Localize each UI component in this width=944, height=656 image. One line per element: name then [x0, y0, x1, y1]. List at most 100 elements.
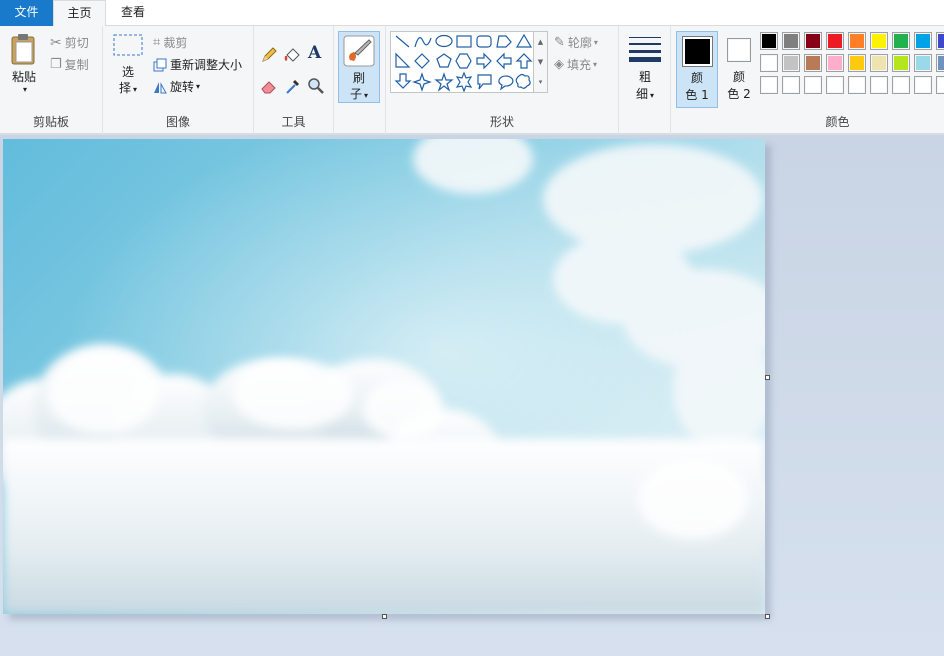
- palette-swatch-color: [828, 56, 842, 70]
- right-triangle-shape-icon[interactable]: [395, 52, 411, 68]
- palette-swatch[interactable]: [870, 54, 888, 72]
- shapes-gallery-grid: [394, 33, 533, 93]
- pencil-icon[interactable]: [260, 46, 278, 64]
- color1-button[interactable]: 颜 色 1: [676, 31, 718, 108]
- down-arrow-shape-icon[interactable]: [394, 73, 412, 89]
- palette-swatch[interactable]: [848, 32, 866, 50]
- crop-button[interactable]: ⌗ 裁剪: [153, 34, 187, 51]
- color2-label-1: 颜: [732, 70, 745, 84]
- line-shape-icon[interactable]: [395, 35, 410, 48]
- resize-handle-bottom[interactable]: [382, 614, 387, 619]
- right-arrow-shape-icon[interactable]: [476, 52, 492, 70]
- palette-swatch[interactable]: [848, 76, 866, 94]
- pentagon-shape-icon[interactable]: [436, 53, 452, 68]
- brushes-group: 刷 子 ▾: [334, 26, 386, 134]
- palette-swatch[interactable]: [782, 32, 800, 50]
- up-arrow-shape-icon[interactable]: [515, 53, 533, 69]
- palette-swatch[interactable]: [870, 76, 888, 94]
- magnifier-icon[interactable]: [307, 77, 325, 95]
- palette-swatch[interactable]: [870, 32, 888, 50]
- fill-bucket-icon[interactable]: [283, 46, 301, 64]
- palette-swatch[interactable]: [936, 54, 944, 72]
- curve-shape-icon[interactable]: [414, 37, 432, 48]
- rect-callout-shape-icon[interactable]: [477, 74, 492, 90]
- sky-cloud-image: [3, 139, 765, 614]
- palette-swatch[interactable]: [936, 76, 944, 94]
- five-point-star-shape-icon[interactable]: [434, 72, 454, 92]
- diamond-shape-icon[interactable]: [414, 53, 430, 69]
- eraser-icon[interactable]: [260, 77, 278, 95]
- shapes-scroll-down-icon[interactable]: ▼: [534, 52, 547, 72]
- palette-swatch[interactable]: [826, 32, 844, 50]
- palette-swatch-color: [762, 56, 776, 70]
- resize-button[interactable]: 重新调整大小: [153, 56, 242, 73]
- palette-swatch[interactable]: [892, 54, 910, 72]
- brush-icon: [343, 35, 375, 67]
- palette-swatch[interactable]: [914, 76, 932, 94]
- outline-button[interactable]: ✎ 轮廓 ▾: [554, 34, 598, 51]
- resize-handle-right[interactable]: [765, 375, 770, 380]
- palette-swatch[interactable]: [914, 54, 932, 72]
- color-picker-icon[interactable]: [284, 77, 302, 95]
- size-button[interactable]: 粗 细 ▾: [623, 31, 667, 106]
- copy-button[interactable]: ❐ 复制: [50, 56, 89, 73]
- color1-swatch: [682, 36, 713, 67]
- palette-swatch[interactable]: [804, 32, 822, 50]
- rounded-rectangle-shape-icon[interactable]: [476, 35, 492, 48]
- rectangle-shape-icon[interactable]: [456, 35, 472, 48]
- triangle-shape-icon[interactable]: [515, 33, 533, 48]
- palette-swatch[interactable]: [848, 54, 866, 72]
- outline-label: 轮廓: [567, 36, 592, 50]
- polygon-shape-icon[interactable]: [496, 35, 512, 48]
- shapes-group-label: 形状: [489, 115, 514, 129]
- text-tool-icon[interactable]: A: [308, 43, 321, 63]
- palette-swatch[interactable]: [892, 76, 910, 94]
- tab-file[interactable]: 文件: [0, 0, 53, 26]
- shapes-scroll[interactable]: ▲ ▼ ▾: [534, 31, 548, 93]
- select-label-2: 择: [118, 81, 131, 95]
- cut-button[interactable]: ✂ 剪切: [50, 34, 89, 51]
- palette-swatch[interactable]: [826, 54, 844, 72]
- fill-icon: ◈: [554, 57, 564, 72]
- palette-swatch-color: [938, 78, 944, 92]
- rotate-button[interactable]: 旋转 ▾: [153, 78, 200, 95]
- palette-swatch[interactable]: [760, 76, 778, 94]
- palette-swatch-color: [784, 56, 798, 70]
- palette-swatch[interactable]: [760, 54, 778, 72]
- palette-swatch[interactable]: [826, 76, 844, 94]
- canvas-area[interactable]: [0, 135, 944, 656]
- clipboard-group-label: 剪贴板: [32, 115, 69, 129]
- palette-swatch[interactable]: [892, 32, 910, 50]
- hexagon-shape-icon[interactable]: [455, 53, 472, 69]
- four-point-star-shape-icon[interactable]: [412, 72, 432, 92]
- tab-view[interactable]: 查看: [106, 0, 160, 26]
- color2-button[interactable]: 颜 色 2: [721, 31, 757, 108]
- paste-button[interactable]: 粘贴 ▾: [4, 30, 44, 108]
- oval-shape-icon[interactable]: [435, 34, 453, 48]
- palette-swatch-color: [828, 78, 842, 92]
- palette-swatch[interactable]: [782, 76, 800, 94]
- palette-swatch[interactable]: [760, 32, 778, 50]
- select-button[interactable]: 选 择 ▾: [111, 32, 145, 106]
- shapes-expand-icon[interactable]: ▾: [534, 72, 547, 92]
- oval-callout-shape-icon[interactable]: [498, 75, 514, 91]
- shapes-scroll-up-icon[interactable]: ▲: [534, 32, 547, 52]
- sky-cloud-picture[interactable]: [3, 139, 765, 614]
- palette-swatch[interactable]: [936, 32, 944, 50]
- left-arrow-shape-icon[interactable]: [496, 52, 512, 70]
- six-point-star-shape-icon[interactable]: [455, 71, 473, 93]
- select-icon: [113, 34, 143, 56]
- resize-handle-corner[interactable]: [765, 614, 770, 619]
- crop-icon: ⌗: [153, 35, 161, 50]
- image-group: 选 择 ▾ ⌗ 裁剪 重新调整大小 旋转 ▾ 图像: [103, 26, 254, 134]
- palette-swatch[interactable]: [804, 54, 822, 72]
- tab-home[interactable]: 主页: [53, 0, 106, 27]
- image-group-label: 图像: [165, 115, 190, 129]
- palette-swatch[interactable]: [804, 76, 822, 94]
- palette-swatch[interactable]: [914, 32, 932, 50]
- brushes-button[interactable]: 刷 子 ▾: [338, 31, 380, 103]
- palette-swatch[interactable]: [782, 54, 800, 72]
- cloud-callout-shape-icon[interactable]: [515, 73, 531, 89]
- clipboard-group: 粘贴 ▾ ✂ 剪切 ❐ 复制 剪贴板: [0, 26, 103, 134]
- fill-button[interactable]: ◈ 填充 ▾: [554, 56, 597, 73]
